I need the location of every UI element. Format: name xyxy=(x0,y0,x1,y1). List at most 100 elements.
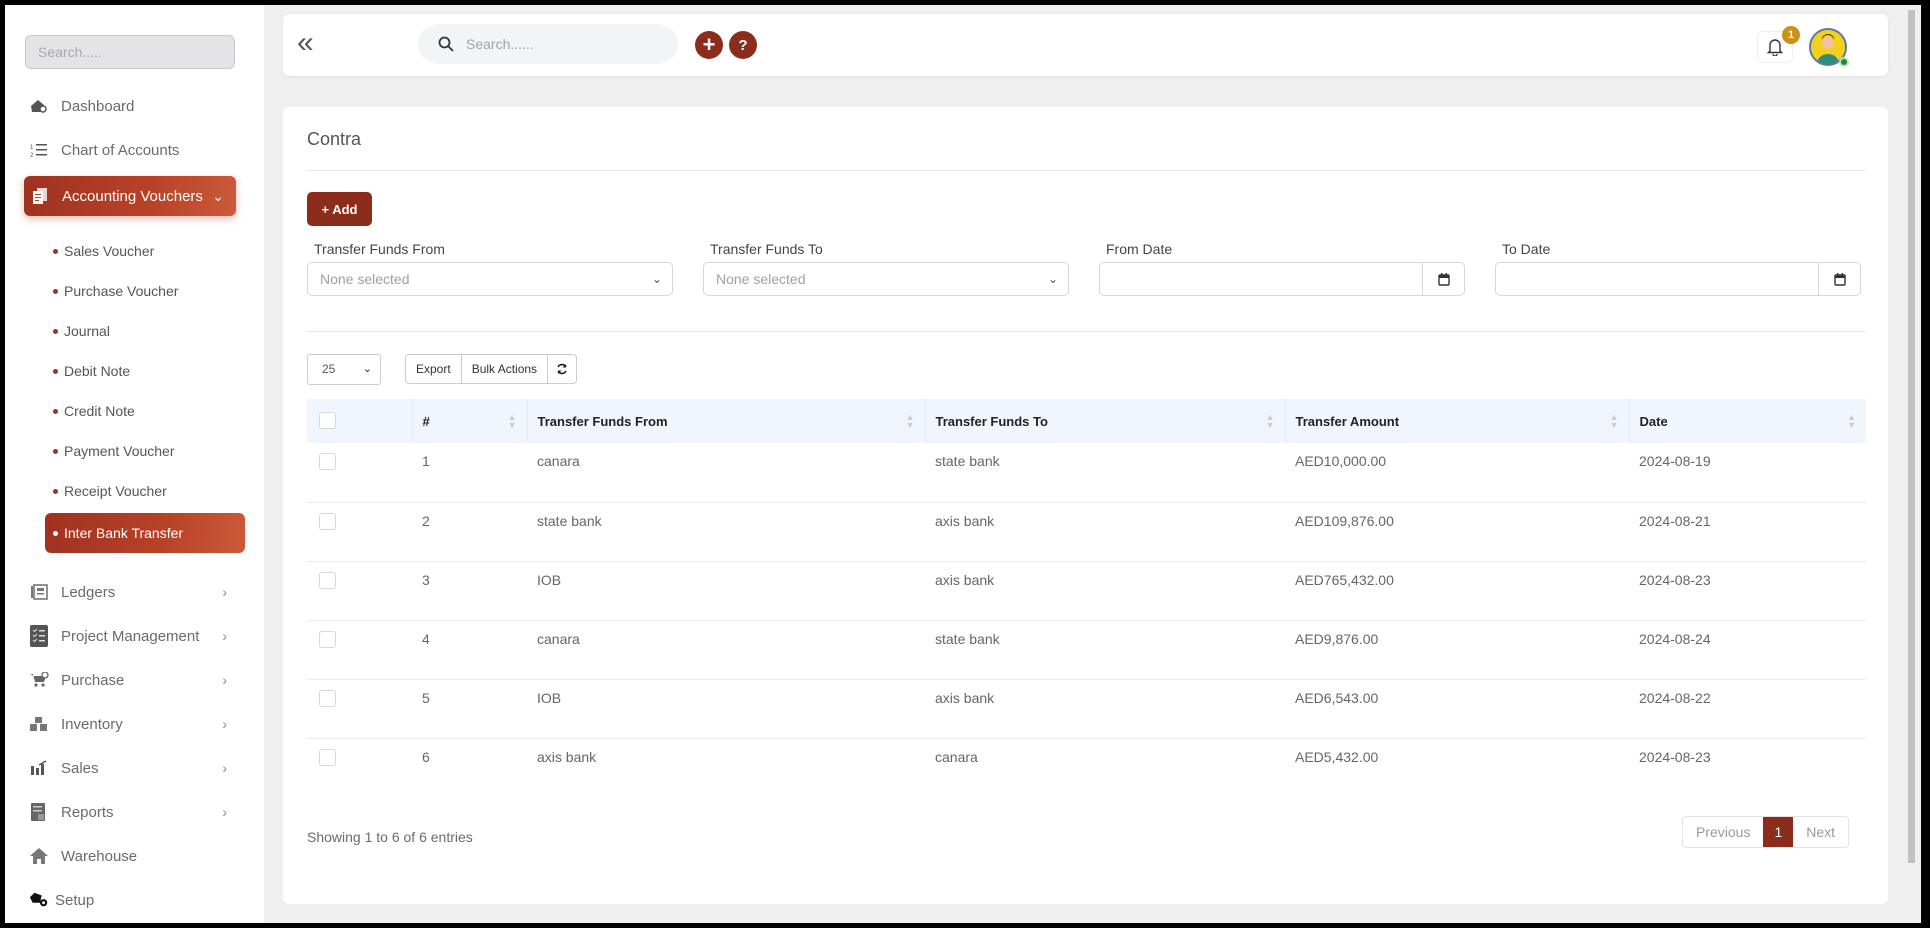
export-button[interactable]: Export xyxy=(406,355,462,383)
sidebar-subitem-label: Receipt Voucher xyxy=(64,483,167,499)
sidebar-item-inventory[interactable]: Inventory › xyxy=(29,704,239,744)
from-date-label: From Date xyxy=(1106,241,1173,257)
column-header-number[interactable]: # ▲ ▼ xyxy=(412,399,528,443)
sidebar-subitem-sales-voucher[interactable]: Sales Voucher xyxy=(53,236,154,266)
sidebar-item-label: Sales xyxy=(61,759,99,777)
sidebar-subitem-payment-voucher[interactable]: Payment Voucher xyxy=(53,436,175,466)
sidebar-subitem-inter-bank-transfer[interactable]: Inter Bank Transfer xyxy=(45,513,245,553)
table-header-row: # ▲ ▼ Transfer Funds From ▲ ▼ Transfer Funds… xyxy=(307,399,1866,443)
chevron-right-icon: › xyxy=(222,804,227,820)
sidebar-subitem-journal[interactable]: Journal xyxy=(53,316,110,346)
page-length-value: 25 xyxy=(322,362,336,376)
page-length-select[interactable]: 25 ⌄ xyxy=(307,354,381,385)
sidebar-item-purchase[interactable]: Purchase › xyxy=(29,660,239,700)
sort-icon: ▲ ▼ xyxy=(1847,412,1856,430)
column-header-transfer-to[interactable]: Transfer Funds To ▲ ▼ xyxy=(925,399,1286,443)
chevron-right-icon: › xyxy=(222,672,227,688)
cell-transfer-from: axis bank xyxy=(537,748,597,765)
pagination-next[interactable]: Next xyxy=(1793,817,1848,847)
ledger-icon xyxy=(29,582,49,602)
row-checkbox[interactable] xyxy=(319,571,336,589)
table-actions-group: Export Bulk Actions xyxy=(405,354,578,384)
sidebar-item-label: Inventory xyxy=(61,715,123,733)
sidebar-item-warehouse[interactable]: Warehouse xyxy=(29,836,239,876)
cell-transfer-to: state bank xyxy=(935,453,1000,469)
vouchers-icon xyxy=(30,186,50,206)
sort-icon: ▲ ▼ xyxy=(507,412,517,430)
contra-card: Contra + Add Transfer Funds From None se… xyxy=(283,107,1888,904)
bullet-icon xyxy=(53,368,58,374)
sidebar-subitem-receipt-voucher[interactable]: Receipt Voucher xyxy=(53,476,167,506)
sidebar-subitem-debit-note[interactable]: Debit Note xyxy=(53,356,130,386)
to-date-label: To Date xyxy=(1502,241,1551,257)
column-header-date[interactable]: Date ▲ ▼ xyxy=(1629,399,1866,443)
bulk-actions-button[interactable]: Bulk Actions xyxy=(462,355,549,383)
collapse-sidebar-icon[interactable]: « xyxy=(297,28,314,58)
column-header-label: Transfer Funds To xyxy=(935,413,1048,429)
sidebar-item-chart-of-accounts[interactable]: 12 Chart of Accounts xyxy=(29,130,239,170)
pagination-previous[interactable]: Previous xyxy=(1683,817,1763,847)
sidebar-item-dashboard[interactable]: Dashboard xyxy=(29,86,239,126)
cell-date: 2024-08-23 xyxy=(1639,571,1711,588)
row-checkbox[interactable] xyxy=(319,512,336,530)
sidebar-search-input[interactable]: Search..... xyxy=(25,35,235,69)
cell-transfer-amount: AED109,876.00 xyxy=(1295,512,1394,529)
help-button[interactable]: ? xyxy=(729,31,757,59)
sidebar-item-label: Accounting Vouchers xyxy=(62,187,203,205)
cell-date: 2024-08-19 xyxy=(1639,453,1711,469)
sidebar-item-reports[interactable]: Reports › xyxy=(29,792,239,832)
sidebar-item-setup[interactable]: Setup xyxy=(29,880,239,920)
online-status-dot xyxy=(1839,57,1849,67)
transfer-to-select[interactable]: None selected ⌄ xyxy=(703,262,1069,296)
sales-chart-icon xyxy=(29,758,49,778)
sort-icon: ▲ ▼ xyxy=(1265,412,1275,430)
pagination: Previous 1 Next xyxy=(1682,816,1850,848)
pagination-page-current[interactable]: 1 xyxy=(1763,817,1794,847)
to-date-input[interactable] xyxy=(1495,262,1861,296)
calendar-icon xyxy=(1833,273,1846,286)
sidebar-item-ledgers[interactable]: Ledgers › xyxy=(29,572,239,612)
cart-icon xyxy=(29,670,49,690)
row-checkbox[interactable] xyxy=(319,630,336,648)
column-header-transfer-amount[interactable]: Transfer Amount ▲ ▼ xyxy=(1285,399,1630,443)
sidebar-subitem-purchase-voucher[interactable]: Purchase Voucher xyxy=(53,276,178,306)
sidebar-subitem-credit-note[interactable]: Credit Note xyxy=(53,396,135,426)
table-info: Showing 1 to 6 of 6 entries xyxy=(307,829,473,845)
sidebar-item-label: Ledgers xyxy=(61,583,116,601)
add-button[interactable]: + Add xyxy=(307,192,372,226)
select-all-checkbox[interactable] xyxy=(319,412,336,429)
row-checkbox[interactable] xyxy=(319,689,336,707)
plus-icon: + xyxy=(702,32,716,57)
row-checkbox[interactable] xyxy=(319,453,336,470)
cell-date: 2024-08-24 xyxy=(1639,630,1711,647)
sidebar-item-sales[interactable]: Sales › xyxy=(29,748,239,788)
quick-add-button[interactable]: + xyxy=(695,31,723,59)
row-checkbox[interactable] xyxy=(319,748,336,766)
cell-number: 4 xyxy=(422,630,430,647)
cell-date: 2024-08-23 xyxy=(1639,748,1711,765)
sidebar: Search..... Dashboard 12 Chart of Accoun… xyxy=(5,5,264,923)
svg-text:1: 1 xyxy=(30,145,34,151)
cell-transfer-amount: AED9,876.00 xyxy=(1295,630,1379,647)
cell-date: 2024-08-21 xyxy=(1639,512,1711,529)
transfer-from-select[interactable]: None selected ⌄ xyxy=(307,262,673,296)
sidebar-item-accounting-vouchers[interactable]: Accounting Vouchers ⌄ xyxy=(24,176,236,216)
table-row: 5 IOB axis bank AED6,543.00 2024-08-22 xyxy=(307,679,1866,738)
page-scrollbar-thumb[interactable] xyxy=(1908,10,1915,863)
refresh-button[interactable] xyxy=(548,355,576,383)
chevron-down-icon: ⌄ xyxy=(362,363,372,375)
column-header-transfer-from[interactable]: Transfer Funds From ▲ ▼ xyxy=(527,399,926,443)
cell-transfer-amount: AED765,432.00 xyxy=(1295,571,1394,588)
cell-number: 1 xyxy=(422,453,430,469)
to-date-calendar-button[interactable] xyxy=(1818,263,1860,295)
from-date-calendar-button[interactable] xyxy=(1422,263,1464,295)
global-search-input[interactable]: Search...... xyxy=(418,24,678,64)
sort-icon: ▲ ▼ xyxy=(1609,412,1619,430)
checklist-icon xyxy=(29,625,49,647)
cell-number: 2 xyxy=(422,512,430,529)
bullet-icon xyxy=(53,248,58,254)
cell-transfer-amount: AED10,000.00 xyxy=(1295,453,1387,469)
sidebar-item-project-management[interactable]: Project Management › xyxy=(29,616,239,656)
from-date-input[interactable] xyxy=(1099,262,1465,296)
numbered-list-icon: 12 xyxy=(29,140,49,160)
